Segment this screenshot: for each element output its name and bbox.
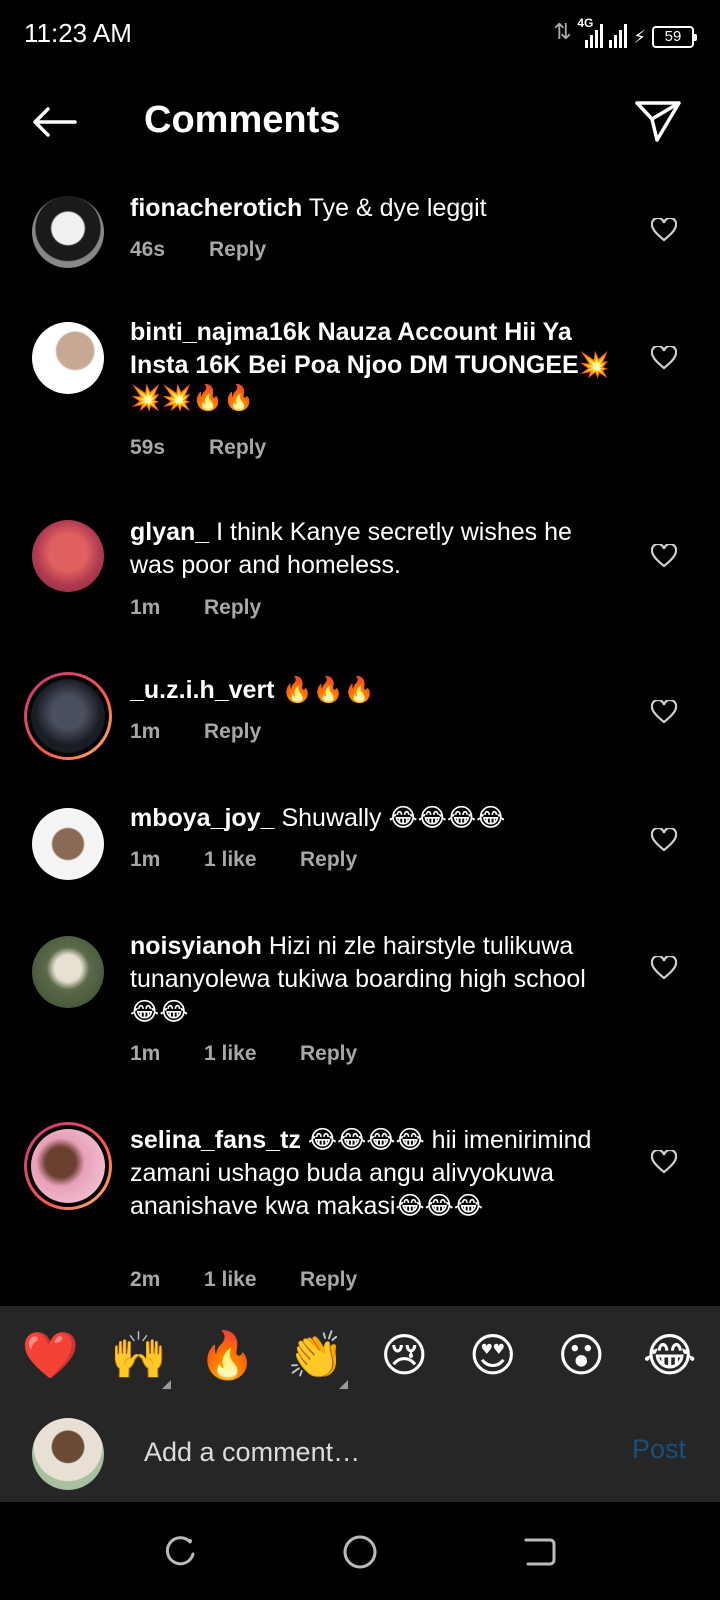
comment-username[interactable]: noisyianoh	[130, 932, 262, 960]
crying-emoji[interactable]: 😢	[368, 1328, 440, 1382]
recent-apps-button[interactable]	[160, 1532, 200, 1572]
raised-hands-emoji[interactable]: 🙌	[103, 1328, 175, 1389]
charging-icon: ⚡	[633, 27, 646, 48]
heart-outline-icon	[651, 1150, 677, 1174]
comment-likes[interactable]: 1 like	[204, 1268, 300, 1292]
clapping-emoji[interactable]: 👏	[280, 1328, 352, 1389]
comment-username[interactable]: mboya_joy_	[130, 804, 275, 832]
comment-likes[interactable]: 1 like	[204, 1042, 300, 1066]
page-title: Comments	[144, 99, 341, 141]
comment-meta: 1m 1 like Reply	[130, 848, 357, 872]
data-activity-icon	[553, 20, 571, 48]
variants-indicator-icon	[338, 1379, 348, 1389]
fire-emoji[interactable]: 🔥	[191, 1328, 263, 1383]
comment-meta: 1m Reply	[130, 720, 261, 744]
post-button[interactable]: Post	[632, 1434, 686, 1465]
reply-button[interactable]: Reply	[204, 596, 261, 620]
heart-outline-icon	[651, 956, 677, 980]
comment-text: noisyianoh Hizi ni zle hairstyle tulikuw…	[130, 930, 616, 1029]
share-button[interactable]	[630, 94, 686, 148]
network-type-label: 4G	[577, 16, 594, 30]
home-button[interactable]	[340, 1532, 380, 1572]
reply-button[interactable]: Reply	[209, 436, 266, 460]
heart-outline-icon	[651, 346, 677, 370]
comment-username[interactable]: glyan_	[130, 518, 209, 546]
send-icon	[635, 101, 681, 142]
reply-button[interactable]: Reply	[204, 720, 261, 744]
home-circle-icon	[343, 1535, 377, 1569]
avatar[interactable]	[32, 808, 104, 880]
comment-input[interactable]	[144, 1432, 584, 1472]
like-button[interactable]	[648, 824, 680, 856]
heart-eyes-emoji[interactable]: 😍	[457, 1328, 529, 1382]
emoji-quick-bar: ❤️ 🙌 🔥 👏 😢 😍 😮 😂	[0, 1306, 720, 1404]
reply-button[interactable]: Reply	[300, 848, 357, 872]
comment-text: glyan_ I think Kanye secretly wishes he …	[130, 516, 616, 582]
like-button[interactable]	[648, 540, 680, 572]
avatar-story-ring[interactable]	[24, 1122, 112, 1210]
avatar[interactable]	[32, 196, 104, 268]
back-nav-icon	[524, 1538, 556, 1566]
arrow-left-icon	[33, 107, 77, 137]
comment-time: 1m	[130, 848, 161, 871]
header: Comments	[0, 78, 720, 168]
comment-likes[interactable]: 1 like	[204, 848, 300, 872]
surprised-emoji[interactable]: 😮	[545, 1328, 617, 1382]
comment-meta: 59s Reply	[130, 436, 266, 460]
back-button[interactable]	[26, 98, 82, 146]
heart-outline-icon	[651, 700, 677, 724]
comment-meta: 46s Reply	[130, 238, 266, 262]
comment-username[interactable]: binti_najma16k	[130, 318, 311, 346]
reply-button[interactable]: Reply	[300, 1268, 357, 1292]
back-nav-button[interactable]	[520, 1532, 560, 1572]
comment-meta: 1m 1 like Reply	[130, 1042, 357, 1066]
comment-text: _u.z.i.h_vert 🔥🔥🔥	[130, 674, 616, 707]
comment-time: 1m	[130, 720, 161, 743]
comment-meta: 2m 1 like Reply	[130, 1268, 357, 1292]
comment-meta: 1m Reply	[130, 596, 261, 620]
comment-time: 1m	[130, 596, 161, 619]
comment-text: mboya_joy_ Shuwally 😂😂😂😂	[130, 802, 616, 835]
heart-outline-icon	[651, 828, 677, 852]
comment-text: selina_fans_tz 😂😂😂😂 hii imenirimind zama…	[130, 1124, 616, 1223]
comment-message: 🔥🔥🔥	[281, 676, 375, 704]
recent-apps-icon	[165, 1536, 195, 1566]
comment-time: 1m	[130, 1042, 161, 1065]
heart-emoji[interactable]: ❤️	[14, 1328, 86, 1383]
variants-indicator-icon	[161, 1379, 171, 1389]
like-button[interactable]	[648, 342, 680, 374]
like-button[interactable]	[648, 696, 680, 728]
comment-time: 59s	[130, 436, 166, 459]
battery-icon: 59	[652, 26, 697, 48]
comment-time: 2m	[130, 1268, 161, 1291]
status-bar: 11:23 AM 4G ⚡ 59	[0, 0, 720, 64]
avatar-story-ring[interactable]	[24, 672, 112, 760]
comment-composer: Post	[0, 1404, 720, 1502]
comment-text: binti_najma16k Nauza Account Hii Ya Inst…	[130, 316, 616, 415]
comment-time: 46s	[130, 238, 166, 261]
heart-outline-icon	[651, 218, 677, 242]
status-icons: 4G ⚡ 59	[553, 16, 697, 48]
avatar[interactable]	[32, 520, 104, 592]
like-button[interactable]	[648, 952, 680, 984]
comment-username[interactable]: selina_fans_tz	[130, 1126, 301, 1154]
status-time: 11:23 AM	[24, 18, 132, 48]
avatar[interactable]	[32, 936, 104, 1008]
comment-list[interactable]: fionacherotich Tye & dye leggit 46s Repl…	[0, 190, 720, 1306]
signal-strength-icon-2	[609, 24, 628, 48]
heart-outline-icon	[651, 544, 677, 568]
like-button[interactable]	[648, 1146, 680, 1178]
reply-button[interactable]: Reply	[300, 1042, 357, 1066]
reply-button[interactable]: Reply	[209, 238, 266, 262]
like-button[interactable]	[648, 214, 680, 246]
system-nav-bar	[0, 1502, 720, 1600]
avatar[interactable]	[32, 322, 104, 394]
comment-message: Tye & dye leggit	[308, 194, 487, 222]
current-user-avatar	[32, 1418, 104, 1490]
comment-message: Shuwally 😂😂😂😂	[281, 804, 506, 832]
comment-username[interactable]: fionacherotich	[130, 194, 302, 222]
comment-text: fionacherotich Tye & dye leggit	[130, 192, 616, 225]
comment-username[interactable]: _u.z.i.h_vert	[130, 676, 275, 704]
laughing-emoji[interactable]: 😂	[634, 1328, 706, 1382]
